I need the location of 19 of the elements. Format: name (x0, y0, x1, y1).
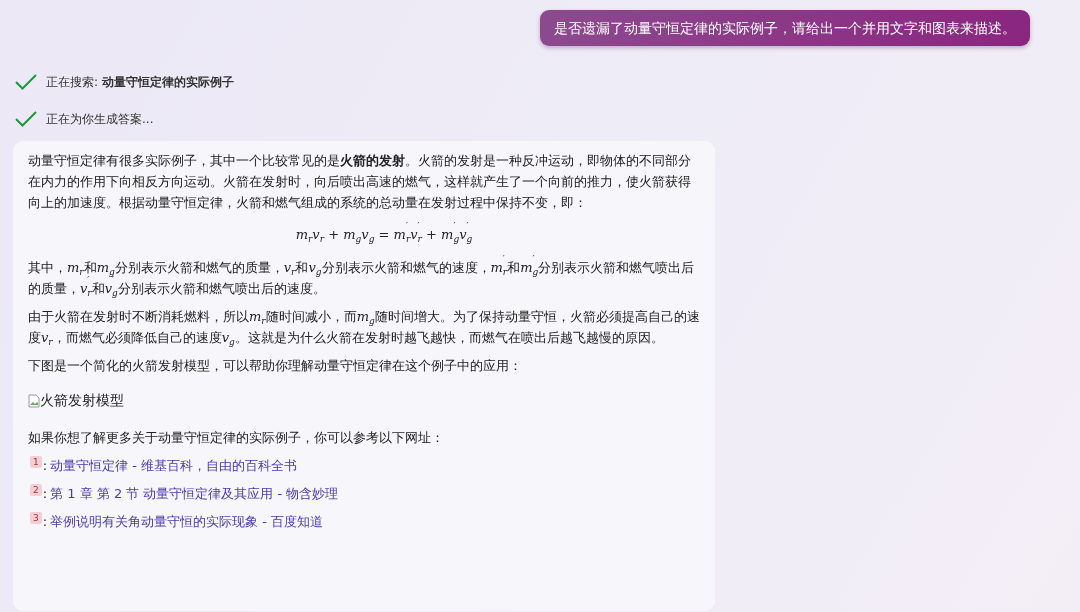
citation-badge: 3 (30, 512, 42, 524)
separator-text: : (42, 513, 48, 531)
separator-text: : (42, 485, 48, 503)
citation-badge: 1 (30, 456, 42, 468)
paragraph: 下图是一个简化的火箭发射模型，可以帮助你理解动量守恒定律在这个例子中的应用： (28, 357, 523, 375)
paragraph: 其中，m$_{r}$和m$_{g}$分别表示火箭和燃气的质量，v$_{r}$和v$_{g}$分别表示火箭和燃气的速度，m ′ $_{r}$和m ′ $_{g}$分别表示火箭和燃气喷出后的质量，v ′ $_{r}$和v ′ $_{g}$分别表示火箭和燃气喷出后的速度。 (28, 257, 696, 299)
user-message: 是否遗漏了动量守恒定律的实际例子，请给出一个并用文字和图表来描述。 (540, 10, 1030, 46)
reference-link[interactable]: 动量守恒定律 - 维基百科，自由的百科全书 (50, 455, 298, 476)
status-text: 正在搜索: 动量守恒定律的实际例子 (46, 73, 234, 91)
reference-link[interactable]: 举例说明有关角动量守恒的实际现象 - 百度知道 (50, 511, 324, 532)
paragraph: 由于火箭在发射时不断消耗燃料，所以m$_{r}$随时间减小，而m$_{g}$随时间增大。为了保持动量守恒，火箭必须提高自己的速度v$_{r}$，而燃气必须降低自己的速度v$_{g}$。这就是为什么火箭在发射时越飞越快，而燃气在喷出后越飞越慢的原因。 (28, 308, 700, 348)
status-text: 正在为你生成答案... (46, 110, 154, 128)
image-alt-text: 火箭发射模型 (40, 391, 124, 410)
paragraph: 动量守恒定律有很多实际例子，其中一个比较常见的是火箭的发射。火箭的发射是一种反冲运动，即物体的不同部分在内力的作用下向相反方向运动。火箭在发射时，向后喷出高速的燃气，这样就产生了一个向前的推力，使火箭获得向上的加速度。根据动量守恒定律，火箭和燃气组成的系统的总动量在发射过程中保持不变，即： (28, 152, 692, 212)
broken-image-icon (28, 393, 40, 408)
citation-badge: 2 (30, 484, 42, 496)
reference-link[interactable]: 第 1 章 第 2 节 动量守恒定律及其应用 - 物含妙理 (50, 483, 339, 504)
paragraph: 如果你想了解更多关于动量守恒定律的实际例子，你可以参考以下网址： (28, 429, 445, 447)
separator-text: : (42, 457, 48, 475)
